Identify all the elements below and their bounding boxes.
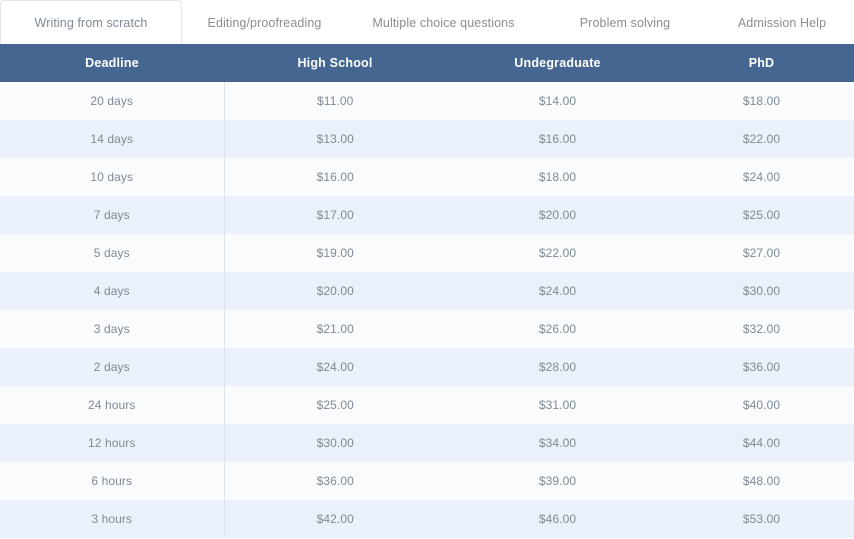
cell-price: $18.00 [742,94,781,108]
cell-deadline: 20 days [0,82,225,120]
cell-price: $32.00 [742,322,781,336]
table-row: 2 days $24.00 $28.00 $36.00 [0,348,854,386]
cell-price: $28.00 [538,360,577,374]
cell-deadline: 2 days [0,348,225,386]
cell-price: $24.00 [538,284,577,298]
table-row: 20 days $11.00 $14.00 $18.00 [0,82,854,120]
cell-price: $20.00 [538,208,577,222]
cell-price: $19.00 [316,246,354,260]
cell-price: $24.00 [316,360,354,374]
cell-deadline: 12 hours [0,424,225,462]
cell-price: $31.00 [538,398,577,412]
cell-price: $21.00 [316,322,354,336]
tab-label: Multiple choice questions [372,15,515,30]
tab-problem-solving[interactable]: Problem solving [540,0,710,44]
cell-price: $14.00 [538,94,577,108]
cell-price: $16.00 [316,170,354,184]
cell-deadline: 4 days [0,272,225,310]
cell-price: $18.00 [538,170,577,184]
cell-price: $25.00 [742,208,781,222]
table-row: 6 hours $36.00 $39.00 $48.00 [0,462,854,500]
tab-multiple-choice-questions[interactable]: Multiple choice questions [347,0,540,44]
cell-price: $16.00 [538,132,577,146]
pricing-table-body: 20 days $11.00 $14.00 $18.00 14 days $13.00 $1… [0,82,854,538]
cell-price: $30.00 [742,284,781,298]
column-header-undegraduate: Undegraduate [446,44,669,82]
table-row: 12 hours $30.00 $34.00 $44.00 [0,424,854,462]
table-row: 5 days $19.00 $22.00 $27.00 [0,234,854,272]
cell-deadline: 14 days [0,120,225,158]
tab-writing-from-scratch[interactable]: Writing from scratch [0,0,182,44]
cell-price: $11.00 [317,94,354,108]
table-row: 24 hours $25.00 $31.00 $40.00 [0,386,854,424]
tab-editing-proofreading[interactable]: Editing/proofreading [182,0,347,44]
table-row: 4 days $20.00 $24.00 $30.00 [0,272,854,310]
tab-label: Writing from scratch [34,15,148,30]
cell-price: $44.00 [742,436,781,450]
table-row: 10 days $16.00 $18.00 $24.00 [0,158,854,196]
cell-price: $36.00 [742,360,781,374]
tab-label: Problem solving [579,15,671,30]
pricing-table: Deadline High School Undegraduate PhD 20 da… [0,44,854,538]
cell-price: $27.00 [742,246,781,260]
tab-label: Admission Help [737,15,827,30]
cell-price: $30.00 [316,436,354,450]
cell-price: $13.00 [316,132,354,146]
cell-price: $24.00 [742,170,781,184]
cell-deadline: 6 hours [0,462,225,500]
cell-price: $40.00 [742,398,781,412]
cell-price: $20.00 [316,284,354,298]
cell-deadline: 10 days [0,158,225,196]
cell-deadline: 7 days [0,196,225,234]
table-row: 14 days $13.00 $16.00 $22.00 [0,120,854,158]
pricing-widget: Writing from scratch Editing/proofreading… [0,0,854,539]
column-header-high-school: High School [224,44,446,82]
cell-deadline: 3 hours [0,500,225,538]
cell-price: $25.00 [316,398,354,412]
cell-price: $22.00 [538,246,577,260]
category-tab-strip: Writing from scratch Editing/proofreading… [0,0,854,44]
cell-price: $22.00 [742,132,781,146]
tab-label: Editing/proofreading [207,15,322,30]
cell-price: $46.00 [538,512,577,526]
cell-price: $48.00 [742,474,781,488]
cell-price: $34.00 [538,436,577,450]
column-header-phd: PhD [669,44,854,82]
cell-deadline: 5 days [0,234,225,272]
cell-deadline: 24 hours [0,386,225,424]
cell-price: $17.00 [316,208,354,222]
table-row: 3 hours $42.00 $46.00 $53.00 [0,500,854,538]
cell-price: $39.00 [538,474,577,488]
table-row: 3 days $21.00 $26.00 $32.00 [0,310,854,348]
table-row: 7 days $17.00 $20.00 $25.00 [0,196,854,234]
cell-deadline: 3 days [0,310,225,348]
cell-price: $36.00 [316,474,354,488]
table-header-row: Deadline High School Undegraduate PhD [0,44,854,82]
cell-price: $26.00 [538,322,577,336]
tab-admission-help[interactable]: Admission Help [710,0,854,44]
cell-price: $42.00 [316,512,354,526]
column-header-deadline: Deadline [0,44,224,82]
pricing-table-head: Deadline High School Undegraduate PhD [0,44,854,82]
cell-price: $53.00 [742,512,781,526]
